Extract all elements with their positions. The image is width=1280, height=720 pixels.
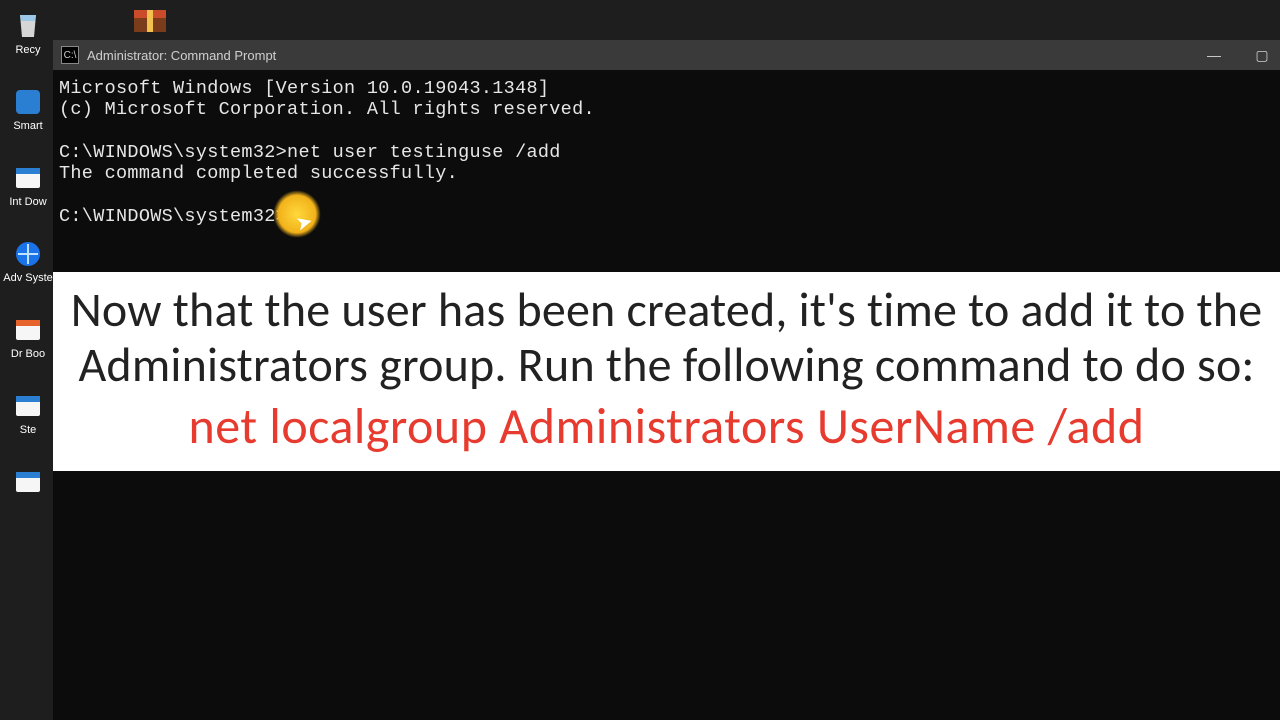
cmd-line: C:\WINDOWS\system32>net user testinguse … — [59, 142, 561, 163]
adv-system-icon[interactable]: Adv Syste — [4, 238, 52, 284]
cmd-line — [59, 184, 70, 205]
cmd-app-icon: C:\ — [61, 46, 79, 64]
cmd-line: (c) Microsoft Corporation. All rights re… — [59, 99, 595, 120]
cmd-line — [59, 121, 70, 142]
instruction-command: net localgroup Administrators UserName /… — [53, 396, 1280, 457]
smart-app-icon[interactable]: Smart — [4, 86, 52, 132]
icon-label: Ste — [20, 424, 37, 436]
dr-boot-icon[interactable]: Dr Boo — [4, 314, 52, 360]
cmd-titlebar[interactable]: C:\ Administrator: Command Prompt — ▢ — [53, 40, 1280, 70]
ste-icon[interactable]: Ste — [4, 390, 52, 436]
recycle-bin-icon[interactable]: Recy — [4, 10, 52, 56]
app-icon[interactable] — [4, 466, 52, 500]
icon-label: Smart — [13, 120, 42, 132]
instruction-overlay: Now that the user has been created, it's… — [53, 272, 1280, 471]
instruction-text: Now that the user has been created, it's… — [53, 282, 1280, 392]
cmd-line: Microsoft Windows [Version 10.0.19043.13… — [59, 78, 549, 99]
icon-label: Int Dow — [9, 196, 46, 208]
icon-label: Recy — [15, 44, 40, 56]
archive-icon[interactable] — [130, 6, 170, 41]
desktop: Recy Smart Int Dow Adv Syste Dr Boo Ste — [0, 0, 1280, 720]
minimize-button[interactable]: — — [1204, 47, 1224, 63]
icon-label: Dr Boo — [11, 348, 45, 360]
cmd-line: The command completed successfully. — [59, 163, 458, 184]
desktop-icons-column: Recy Smart Int Dow Adv Syste Dr Boo Ste — [4, 0, 58, 720]
cmd-line: C:\WINDOWS\system32> — [59, 206, 287, 227]
window-title: Administrator: Command Prompt — [87, 48, 1196, 63]
maximize-button[interactable]: ▢ — [1252, 47, 1272, 64]
int-down-icon[interactable]: Int Dow — [4, 162, 52, 208]
icon-label: Adv Syste — [3, 272, 53, 284]
cmd-body[interactable]: Microsoft Windows [Version 10.0.19043.13… — [53, 70, 1280, 235]
